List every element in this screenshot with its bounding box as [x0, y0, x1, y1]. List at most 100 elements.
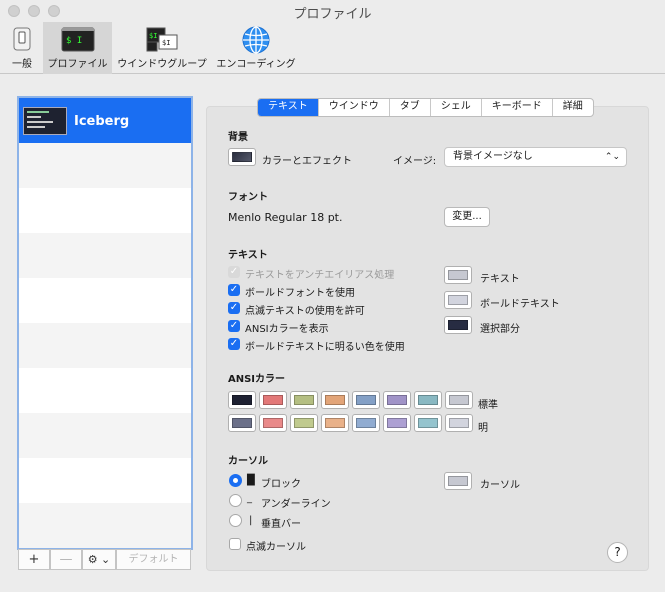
empty-row	[19, 143, 191, 188]
svg-text:$ I: $ I	[66, 36, 82, 46]
ansi-normal-color-well-5[interactable]	[383, 391, 411, 409]
cursor-underline-glyph: _	[247, 493, 252, 504]
ansi-normal-color-well-6[interactable]	[414, 391, 442, 409]
default-profile-button[interactable]: デフォルト	[116, 549, 191, 570]
ansi-heading: ANSIカラー	[228, 374, 286, 385]
blink-text-checkbox[interactable]: ✓	[228, 302, 240, 314]
color-effect-label: カラーとエフェクト	[262, 156, 352, 167]
cursor-color-well[interactable]	[444, 472, 472, 490]
switch-icon	[13, 27, 31, 51]
add-profile-button[interactable]: +	[18, 549, 50, 570]
svg-text:$I: $I	[162, 39, 170, 47]
ansi-color-label: ANSIカラーを表示	[245, 324, 329, 335]
color-swatch	[418, 395, 438, 405]
toolbar-general[interactable]: 一般	[3, 22, 41, 74]
toolbar-profiles[interactable]: $ I プロファイル	[43, 22, 112, 74]
ansi-normal-color-well-0[interactable]	[228, 391, 256, 409]
color-swatch	[449, 418, 469, 428]
toolbar-window-groups-label: ウインドウグループ	[117, 59, 207, 70]
toolbar-encodings[interactable]: エンコーディング	[212, 22, 300, 74]
empty-row	[19, 413, 191, 458]
ansi-bright-color-well-0[interactable]	[228, 414, 256, 432]
text-color-label: テキスト	[480, 274, 520, 285]
ansi-bright-color-well-6[interactable]	[414, 414, 442, 432]
svg-text:$I: $I	[149, 32, 157, 40]
ansi-bright-color-well-3[interactable]	[321, 414, 349, 432]
remove-profile-button[interactable]: —	[50, 549, 82, 570]
window-title: プロファイル	[293, 7, 372, 22]
change-font-button[interactable]: 変更...	[444, 207, 490, 227]
font-heading: フォント	[228, 192, 268, 203]
empty-row	[19, 503, 191, 548]
settings-tabs: テキスト ウインドウ タブ シェル キーボード 詳細	[257, 98, 594, 117]
antialias-label: テキストをアンチエイリアス処理	[245, 270, 395, 281]
tab-text[interactable]: テキスト	[258, 99, 319, 116]
bold-text-color-well[interactable]	[444, 291, 472, 309]
terminal-icon: $ I	[61, 27, 94, 52]
toolbar-general-label: 一般	[12, 59, 32, 70]
window-group-icon: $I $I	[146, 27, 178, 52]
bold-font-label: ボールドフォントを使用	[245, 288, 355, 299]
ansi-normal-color-well-7[interactable]	[445, 391, 473, 409]
empty-row	[19, 233, 191, 278]
ansi-bright-color-well-4[interactable]	[352, 414, 380, 432]
blink-cursor-checkbox[interactable]	[229, 538, 241, 550]
tab-keyboard[interactable]: キーボード	[482, 99, 553, 116]
empty-row	[19, 323, 191, 368]
color-swatch	[418, 418, 438, 428]
profile-list[interactable]: Iceberg	[17, 96, 193, 550]
color-swatch	[325, 418, 345, 428]
ansi-normal-color-well-2[interactable]	[290, 391, 318, 409]
profile-thumbnail	[23, 107, 67, 135]
cursor-underline-label: アンダーライン	[261, 499, 331, 510]
chevron-updown-icon: ⌃⌄	[604, 152, 620, 162]
ansi-bright-color-well-5[interactable]	[383, 414, 411, 432]
profile-item-iceberg[interactable]: Iceberg	[19, 98, 191, 143]
color-swatch	[232, 395, 252, 405]
empty-row	[19, 368, 191, 413]
profile-action-menu[interactable]: ⚙ ⌄	[82, 549, 116, 570]
bright-bold-label: ボールドテキストに明るい色を使用	[245, 342, 405, 353]
cursor-underline-radio[interactable]	[229, 494, 242, 507]
selection-color-label: 選択部分	[480, 324, 520, 335]
ansi-bright-label: 明	[478, 423, 488, 434]
ansi-normal-color-well-3[interactable]	[321, 391, 349, 409]
font-value: Menlo Regular 18 pt.	[228, 211, 343, 224]
ansi-bright-color-well-1[interactable]	[259, 414, 287, 432]
bold-font-checkbox[interactable]: ✓	[228, 284, 240, 296]
background-image-select[interactable]: 背景イメージなし ⌃⌄	[444, 147, 627, 167]
antialias-checkbox[interactable]: ✓	[228, 266, 240, 278]
ansi-normal-color-well-1[interactable]	[259, 391, 287, 409]
tab-advanced[interactable]: 詳細	[553, 99, 593, 116]
cursor-bar-radio[interactable]	[229, 514, 242, 527]
empty-row	[19, 278, 191, 323]
color-swatch	[232, 418, 252, 428]
text-color-well[interactable]	[444, 266, 472, 284]
tab-shell[interactable]: シェル	[431, 99, 482, 116]
tab-window[interactable]: ウインドウ	[319, 99, 390, 116]
color-swatch	[294, 395, 314, 405]
ansi-bright-color-well-2[interactable]	[290, 414, 318, 432]
ansi-color-checkbox[interactable]: ✓	[228, 320, 240, 332]
ansi-normal-color-well-4[interactable]	[352, 391, 380, 409]
color-swatch	[263, 395, 283, 405]
background-color-well[interactable]	[228, 148, 256, 166]
cursor-bar-label: 垂直バー	[261, 519, 301, 530]
empty-row	[19, 188, 191, 233]
toolbar-window-groups[interactable]: $I $I ウインドウグループ	[114, 22, 210, 74]
cursor-block-radio[interactable]	[229, 474, 242, 487]
blink-text-label: 点滅テキストの使用を許可	[245, 306, 365, 317]
bright-bold-checkbox[interactable]: ✓	[228, 338, 240, 350]
color-swatch	[294, 418, 314, 428]
color-swatch	[263, 418, 283, 428]
tab-tab[interactable]: タブ	[390, 99, 431, 116]
color-swatch	[387, 395, 407, 405]
help-button[interactable]: ?	[607, 542, 628, 563]
color-swatch	[356, 418, 376, 428]
ansi-normal-label: 標準	[478, 400, 498, 411]
image-label: イメージ:	[393, 156, 437, 167]
selection-color-well[interactable]	[444, 316, 472, 334]
cursor-block-label: ブロック	[261, 479, 301, 490]
bold-text-color-label: ボールドテキスト	[480, 299, 560, 310]
ansi-bright-color-well-7[interactable]	[445, 414, 473, 432]
